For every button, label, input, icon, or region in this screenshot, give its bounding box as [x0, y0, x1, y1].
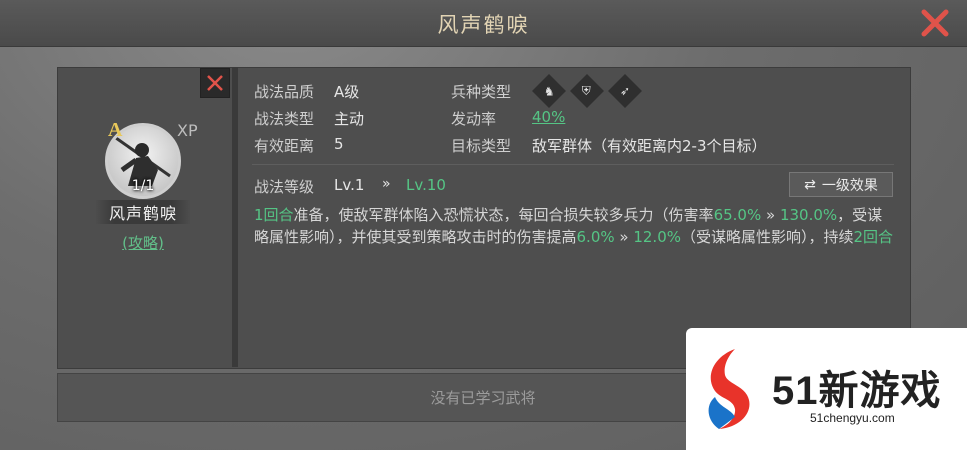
- watermark-logo-icon: [708, 349, 750, 429]
- desc-text: 准备，使敌军群体陷入恐慌状态，每回合损失较多兵力（伤害率: [293, 206, 714, 224]
- window-title: 风声鹤唳: [437, 13, 530, 37]
- target-value: 敌军群体（有效距离内2-3个目标）: [532, 137, 767, 155]
- quality-value: A级: [334, 83, 360, 101]
- xp-label: XP: [177, 121, 198, 140]
- level-arrow: »: [382, 176, 391, 192]
- panel-divider: [232, 67, 238, 367]
- title-bar: 风声鹤唳: [0, 0, 967, 47]
- troop-type-label: 兵种类型: [451, 83, 512, 101]
- desc-bonus-max: 12.0%: [633, 228, 681, 246]
- type-label: 战法类型: [254, 110, 315, 128]
- skill-name: 风声鹤唳: [95, 200, 191, 224]
- type-value: 主动: [334, 110, 365, 128]
- skill-grade: A: [108, 119, 123, 141]
- desc-arrow: »: [614, 228, 634, 246]
- level-current: Lv.1: [334, 176, 365, 194]
- close-icon: [921, 9, 949, 37]
- effect-level-label: 一级效果: [821, 177, 878, 194]
- desc-damage-min: 65.0%: [713, 206, 762, 224]
- unequip-button[interactable]: [200, 68, 230, 98]
- skill-description: 1回合准备，使敌军群体陷入恐慌状态，每回合损失较多兵力（伤害率65.0% » 1…: [254, 204, 894, 248]
- rate-label: 发动率: [451, 110, 497, 128]
- desc-turns: 1回合: [254, 206, 294, 224]
- level-label: 战法等级: [254, 178, 315, 196]
- desc-damage-max: 130.0%: [779, 206, 838, 224]
- watermark-name: 51新游戏: [772, 369, 942, 413]
- target-label: 目标类型: [451, 137, 512, 155]
- desc-bonus-min: 6.0%: [576, 228, 615, 246]
- close-button[interactable]: [916, 4, 954, 42]
- desc-arrow: »: [761, 206, 780, 224]
- section-separator: [252, 164, 894, 165]
- guide-link[interactable]: (攻略): [95, 232, 191, 253]
- level-max: Lv.10: [406, 176, 446, 194]
- desc-duration: 2回合: [853, 228, 894, 246]
- close-icon: [207, 75, 223, 91]
- rate-value: 40%: [532, 108, 566, 126]
- effect-level-button[interactable]: ⇄ 一级效果: [789, 172, 893, 197]
- swap-icon: ⇄: [804, 176, 816, 193]
- range-value: 5: [334, 135, 344, 153]
- range-label: 有效距离: [254, 137, 315, 155]
- desc-text: （受谋略属性影响），持续: [681, 228, 854, 246]
- quality-label: 战法品质: [254, 83, 315, 101]
- watermark-url: 51chengyu.com: [810, 411, 895, 425]
- skill-count: 1/1: [131, 178, 155, 194]
